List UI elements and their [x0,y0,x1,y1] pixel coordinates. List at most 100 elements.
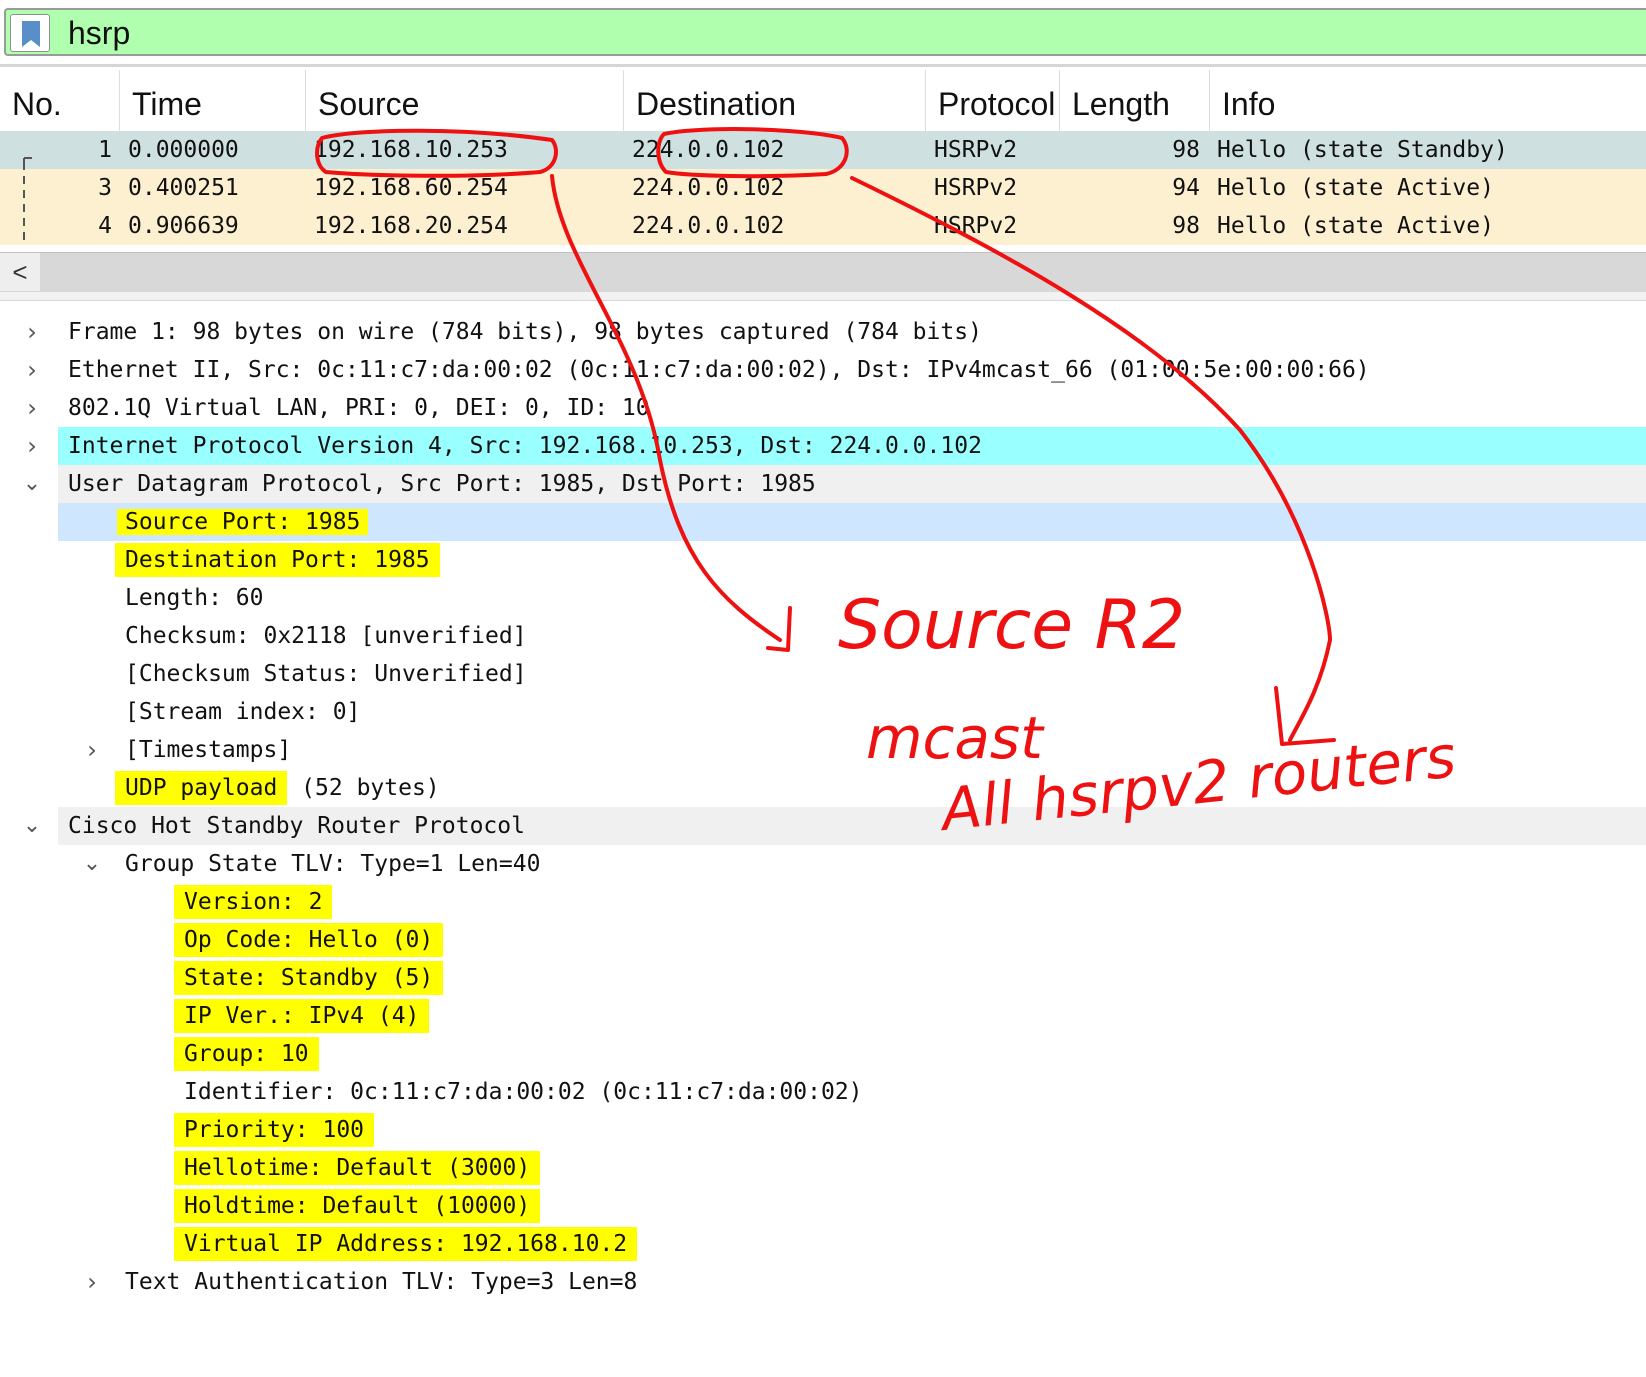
packet-row[interactable]: 4 0.906639 192.168.20.254 224.0.0.102 HS… [0,207,1646,245]
tree-item-label: 802.1Q Virtual LAN, PRI: 0, DEI: 0, ID: … [68,395,650,421]
tree-item-checksum[interactable]: Checksum: 0x2118 [unverified] [0,617,1646,655]
packet-no: 3 [98,175,112,201]
tree-item-label: [Stream index: 0] [125,699,361,725]
field-highlight: UDP payload [115,771,288,805]
packet-info: Hello (state Standby) [1217,137,1508,163]
packet-no: 4 [98,213,112,239]
packet-time: 0.400251 [128,175,239,201]
field-highlight: Holdtime: Default (10000) [174,1189,541,1223]
tree-item-text-auth[interactable]: › Text Authentication TLV: Type=3 Len=8 [0,1263,1646,1301]
column-length[interactable]: Length [1060,70,1210,138]
tree-item-ethernet[interactable]: › Ethernet II, Src: 0c:11:c7:da:00:02 (0… [0,351,1646,389]
chevron-right-icon[interactable]: › [80,731,104,769]
field-highlight: Group: 10 [174,1037,319,1071]
field-highlight: IP Ver.: IPv4 (4) [174,999,430,1033]
tree-item-checksum-status[interactable]: [Checksum Status: Unverified] [0,655,1646,693]
tree-item-label: Text Authentication TLV: Type=3 Len=8 [125,1269,638,1295]
packet-length: 98 [1172,137,1200,163]
tree-item-group[interactable]: Group: 10 [0,1035,1646,1073]
pane-splitter[interactable] [0,292,1646,301]
chevron-right-icon[interactable]: › [20,427,44,465]
tree-item-label: Length: 60 [125,585,264,611]
field-highlight: Priority: 100 [174,1113,375,1147]
tree-item-label: (52 bytes) [287,775,440,801]
packet-protocol: HSRPv2 [934,213,1018,239]
chevron-down-icon[interactable]: ⌄ [20,807,44,845]
packet-source: 192.168.60.254 [314,175,508,201]
packet-info: Hello (state Active) [1217,213,1494,239]
tree-item-dst-port[interactable]: Destination Port: 1985 [0,541,1646,579]
field-highlight: Source Port: 1985 [117,509,369,535]
tree-item-stream-index[interactable]: [Stream index: 0] [0,693,1646,731]
tree-item-identifier[interactable]: Identifier: 0c:11:c7:da:00:02 (0c:11:c7:… [0,1073,1646,1111]
bookmark-icon [22,21,40,47]
field-highlight: Hellotime: Default (3000) [174,1151,541,1185]
tree-item-holdtime[interactable]: Holdtime: Default (10000) [0,1187,1646,1225]
tree-item-udp-payload[interactable]: UDP payload (52 bytes) [0,769,1646,807]
tree-item-version[interactable]: Version: 2 [0,883,1646,921]
tree-item-label: Checksum: 0x2118 [unverified] [125,623,527,649]
packet-source: 192.168.20.254 [314,213,508,239]
related-packet-bracket-icon [23,157,32,244]
tree-item-ipver[interactable]: IP Ver.: IPv4 (4) [0,997,1646,1035]
column-destination[interactable]: Destination [624,70,926,138]
field-highlight: State: Standby (5) [174,961,444,995]
packet-time: 0.000000 [128,137,239,163]
tree-item-udp[interactable]: User Datagram Protocol, Src Port: 1985, … [58,465,1646,503]
column-time[interactable]: Time [120,70,306,138]
column-no[interactable]: No. [0,70,120,138]
tree-item-timestamps[interactable]: › [Timestamps] [0,731,1646,769]
tree-item-label: [Checksum Status: Unverified] [125,661,527,687]
packet-row[interactable]: 3 0.400251 192.168.60.254 224.0.0.102 HS… [0,169,1646,207]
field-highlight: Destination Port: 1985 [115,543,440,577]
chevron-down-icon[interactable]: ⌄ [20,465,44,503]
packet-list-scrollbar[interactable] [0,252,1646,293]
tree-item-vip[interactable]: Virtual IP Address: 192.168.10.2 [0,1225,1646,1263]
packet-length: 98 [1172,213,1200,239]
chevron-right-icon[interactable]: › [20,389,44,427]
packet-protocol: HSRPv2 [934,137,1018,163]
packet-row[interactable]: 1 0.000000 192.168.10.253 224.0.0.102 HS… [0,131,1646,169]
tree-item-vlan[interactable]: › 802.1Q Virtual LAN, PRI: 0, DEI: 0, ID… [0,389,1646,427]
tree-item-label: Ethernet II, Src: 0c:11:c7:da:00:02 (0c:… [68,357,1370,383]
tree-item-hsrp[interactable]: Cisco Hot Standby Router Protocol [58,807,1646,845]
display-filter-bar[interactable] [4,8,1646,56]
tree-item-opcode[interactable]: Op Code: Hello (0) [0,921,1646,959]
tree-item-group-state[interactable]: ⌄ Group State TLV: Type=1 Len=40 [0,845,1646,883]
tree-item-priority[interactable]: Priority: 100 [0,1111,1646,1149]
column-info[interactable]: Info [1210,70,1646,138]
field-highlight: Version: 2 [174,885,333,919]
packet-destination: 224.0.0.102 [632,137,785,163]
filter-input[interactable]: hsrp [68,14,130,52]
tree-item-hellotime[interactable]: Hellotime: Default (3000) [0,1149,1646,1187]
tree-item-state[interactable]: State: Standby (5) [0,959,1646,997]
chevron-right-icon[interactable]: › [20,313,44,351]
tree-item-ip[interactable]: Internet Protocol Version 4, Src: 192.16… [58,427,1646,465]
tree-item-udp-length[interactable]: Length: 60 [0,579,1646,617]
packet-protocol: HSRPv2 [934,175,1018,201]
tree-item-frame[interactable]: › Frame 1: 98 bytes on wire (784 bits), … [0,313,1646,351]
scroll-left-button[interactable]: < [0,253,40,291]
field-highlight: Op Code: Hello (0) [174,923,444,957]
chevron-right-icon[interactable]: › [80,1263,104,1301]
tree-item-label: Cisco Hot Standby Router Protocol [68,813,525,839]
packet-info: Hello (state Active) [1217,175,1494,201]
packet-no: 1 [98,137,112,163]
tree-item-src-port[interactable]: Source Port: 1985 [58,503,1646,541]
tree-item-label: Frame 1: 98 bytes on wire (784 bits), 98… [68,319,982,345]
packet-destination: 224.0.0.102 [632,175,785,201]
tree-item-label: Identifier: 0c:11:c7:da:00:02 (0c:11:c7:… [184,1079,863,1105]
chevron-down-icon[interactable]: ⌄ [80,845,104,883]
chevron-right-icon[interactable]: › [20,351,44,389]
column-source[interactable]: Source [306,70,624,138]
tree-item-label: User Datagram Protocol, Src Port: 1985, … [68,471,816,497]
tree-item-label: [Timestamps] [125,737,292,763]
packet-list-header: No. Time Source Destination Protocol Len… [0,70,1646,138]
divider [0,64,1646,67]
filter-bookmark-button[interactable] [10,14,50,52]
packet-time: 0.906639 [128,213,239,239]
packet-length: 94 [1172,175,1200,201]
tree-item-label: Internet Protocol Version 4, Src: 192.16… [68,433,982,459]
packet-source: 192.168.10.253 [314,137,508,163]
column-protocol[interactable]: Protocol [926,70,1060,138]
